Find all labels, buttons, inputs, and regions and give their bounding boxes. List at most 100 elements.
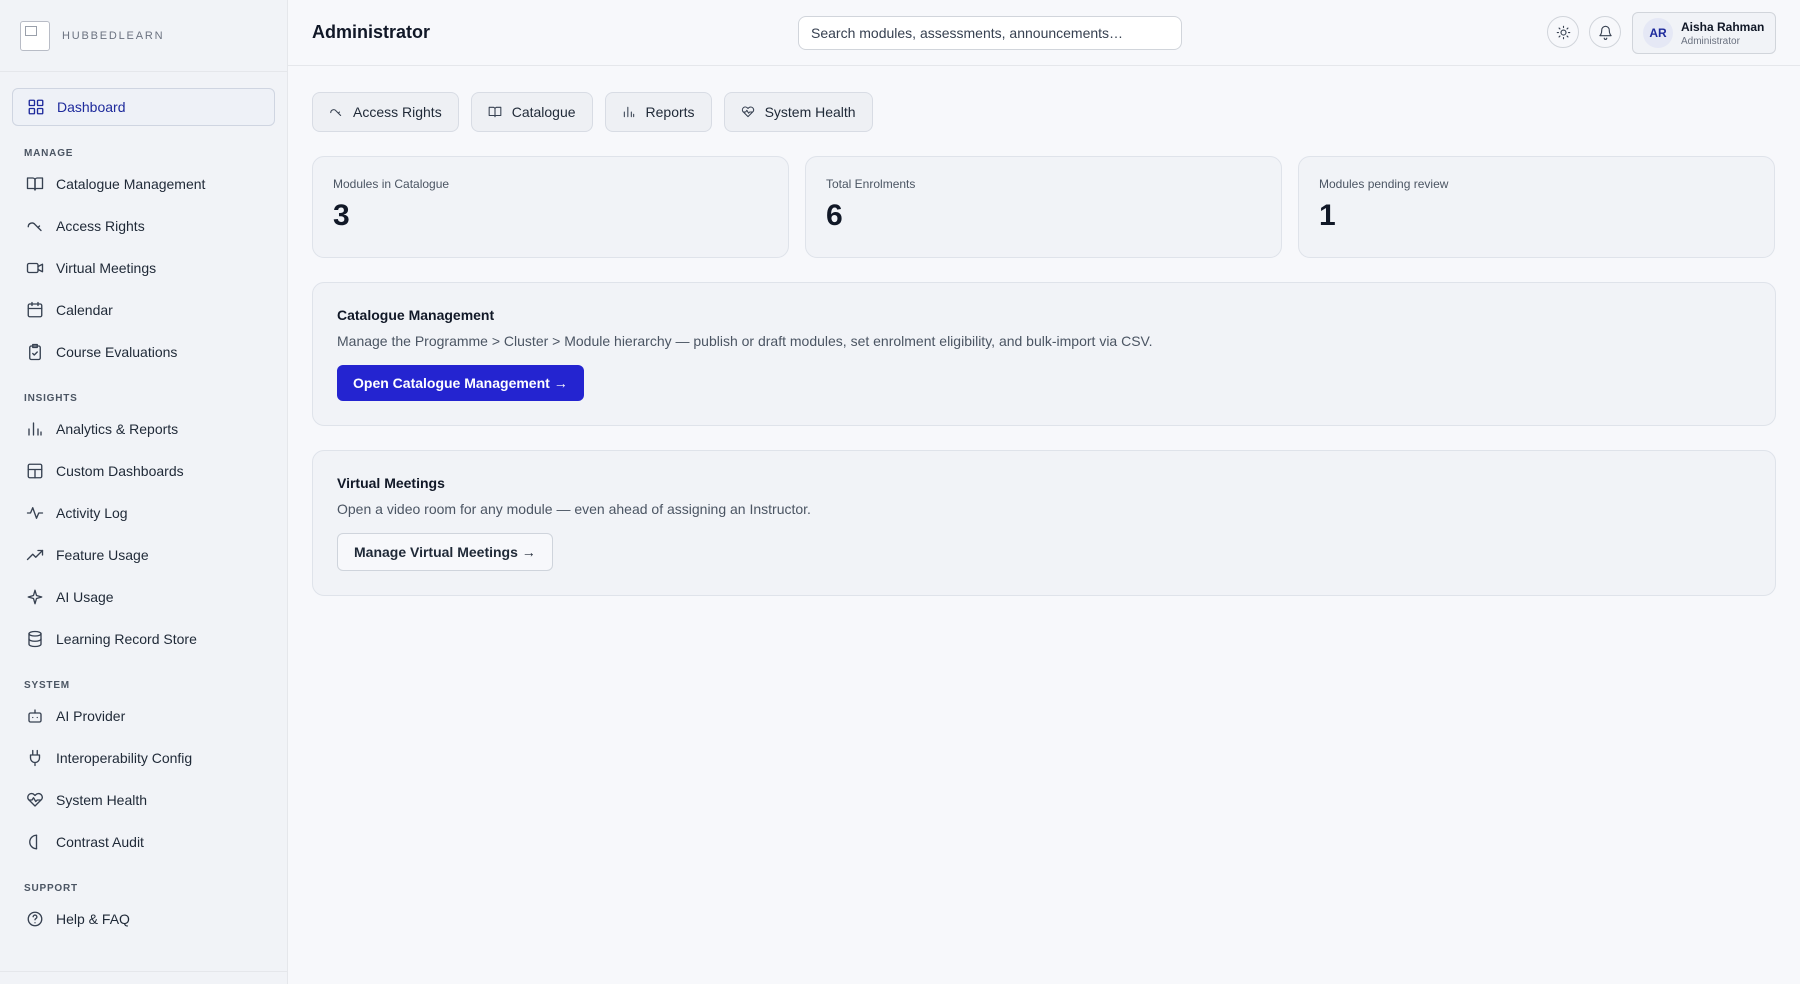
notifications-button[interactable] xyxy=(1589,16,1621,48)
card-description: Manage the Programme > Cluster > Module … xyxy=(337,333,1153,349)
manage-virtual-meetings-button[interactable]: Manage Virtual Meetings → xyxy=(337,533,553,571)
key-icon xyxy=(26,217,44,235)
user-name: Aisha Rahman xyxy=(1681,19,1765,34)
bar-chart-icon xyxy=(622,105,636,119)
quick-link-label: Reports xyxy=(645,104,695,120)
main-content: Access Rights Catalogue Reports System H… xyxy=(312,92,1776,596)
stat-card-pending-review: Modules pending review 1 xyxy=(1298,156,1775,258)
catalogue-management-card: Catalogue Management Manage the Programm… xyxy=(312,282,1776,426)
sidebar-item-label: Activity Log xyxy=(56,505,128,521)
heart-pulse-icon xyxy=(741,105,755,119)
sidebar-item-activity-log[interactable]: Activity Log xyxy=(12,494,275,532)
open-catalogue-management-button[interactable]: Open Catalogue Management → xyxy=(337,365,584,401)
bell-icon xyxy=(1598,25,1613,40)
section-title-support: SUPPORT xyxy=(24,883,78,894)
sidebar-nav: Dashboard MANAGE Catalogue Management Ac… xyxy=(0,72,287,938)
section-title-system: SYSTEM xyxy=(24,680,70,691)
sidebar-item-label: Interoperability Config xyxy=(56,750,193,766)
sidebar-item-label: Contrast Audit xyxy=(56,834,144,850)
bar-chart-icon xyxy=(26,420,44,438)
avatar: AR xyxy=(1643,18,1673,48)
stat-card-enrolments: Total Enrolments 6 xyxy=(805,156,1282,258)
database-icon xyxy=(26,630,44,648)
sidebar-item-course-evaluations[interactable]: Course Evaluations xyxy=(12,333,275,371)
stat-label: Total Enrolments xyxy=(826,177,916,191)
quick-link-label: Access Rights xyxy=(353,104,442,120)
sidebar-item-custom-dashboards[interactable]: Custom Dashboards xyxy=(12,452,275,490)
card-title: Catalogue Management xyxy=(337,307,495,323)
search-input[interactable] xyxy=(798,16,1182,50)
plug-icon xyxy=(26,749,44,767)
user-role: Administrator xyxy=(1681,35,1740,47)
stat-card-modules: Modules in Catalogue 3 xyxy=(312,156,789,258)
sidebar-item-label: AI Provider xyxy=(56,708,126,724)
sidebar-item-access-rights[interactable]: Access Rights xyxy=(12,207,275,245)
sidebar-item-feature-usage[interactable]: Feature Usage xyxy=(12,536,275,574)
calendar-icon xyxy=(26,301,44,319)
user-menu[interactable]: AR Aisha Rahman Administrator xyxy=(1632,12,1776,54)
sidebar-item-label: Analytics & Reports xyxy=(56,421,179,437)
sidebar-item-ai-provider[interactable]: AI Provider xyxy=(12,697,275,735)
sidebar-divider xyxy=(0,971,287,972)
clipboard-check-icon xyxy=(26,343,44,361)
sidebar-item-dashboard[interactable]: Dashboard xyxy=(12,88,275,126)
heart-pulse-icon xyxy=(26,791,44,809)
quick-link-label: System Health xyxy=(764,104,856,120)
logo-image xyxy=(20,20,50,51)
quick-link-system-health[interactable]: System Health xyxy=(723,92,873,132)
book-open-icon xyxy=(26,175,44,193)
sidebar-item-label: Calendar xyxy=(56,302,113,318)
sidebar-item-system-health[interactable]: System Health xyxy=(12,781,275,819)
sidebar-item-label: Access Rights xyxy=(56,218,145,234)
sidebar-item-contrast-audit[interactable]: Contrast Audit xyxy=(12,823,275,861)
grid-icon xyxy=(27,98,45,116)
bot-icon xyxy=(26,707,44,725)
brand-name: HUBBEDLEARN xyxy=(62,29,165,42)
sidebar-item-ai-usage[interactable]: AI Usage xyxy=(12,578,275,616)
card-description: Open a video room for any module — even … xyxy=(337,501,811,517)
sidebar-item-analytics-reports[interactable]: Analytics & Reports xyxy=(12,410,275,448)
sidebar-item-calendar[interactable]: Calendar xyxy=(12,291,275,329)
quick-links: Access Rights Catalogue Reports System H… xyxy=(312,92,1776,132)
stat-value: 6 xyxy=(826,199,843,232)
sidebar-item-help-faq[interactable]: Help & FAQ xyxy=(12,900,275,938)
sidebar-item-virtual-meetings[interactable]: Virtual Meetings xyxy=(12,249,275,287)
sidebar-item-label: Custom Dashboards xyxy=(56,463,184,479)
stats-row: Modules in Catalogue 3 Total Enrolments … xyxy=(312,156,1776,258)
sidebar-item-label: Feature Usage xyxy=(56,547,149,563)
sidebar-item-catalogue-management[interactable]: Catalogue Management xyxy=(12,165,275,203)
sidebar-item-label: Catalogue Management xyxy=(56,176,206,192)
sidebar-item-label: Help & FAQ xyxy=(56,911,130,927)
sidebar-item-label: System Health xyxy=(56,792,148,808)
top-header: Administrator AR Aisha Rahman Administra… xyxy=(288,0,1800,66)
stat-value: 1 xyxy=(1319,199,1336,232)
sidebar: HUBBEDLEARN Dashboard MANAGE Catalogue M… xyxy=(0,0,288,984)
help-circle-icon xyxy=(26,910,44,928)
card-title: Virtual Meetings xyxy=(337,475,445,491)
video-icon xyxy=(26,259,44,277)
layout-icon xyxy=(26,462,44,480)
theme-toggle-button[interactable] xyxy=(1547,16,1579,48)
sidebar-item-label: AI Usage xyxy=(56,589,114,605)
brand[interactable]: HUBBEDLEARN xyxy=(0,0,287,72)
quick-link-reports[interactable]: Reports xyxy=(604,92,712,132)
quick-link-catalogue[interactable]: Catalogue xyxy=(470,92,593,132)
section-title-manage: MANAGE xyxy=(24,148,74,159)
user-info: Aisha Rahman Administrator xyxy=(1681,20,1764,47)
sidebar-item-label: Dashboard xyxy=(57,99,126,115)
stat-value: 3 xyxy=(333,199,350,232)
sidebar-item-label: Virtual Meetings xyxy=(56,260,157,276)
key-icon xyxy=(329,105,343,119)
stat-label: Modules pending review xyxy=(1319,177,1449,191)
section-title-insights: INSIGHTS xyxy=(24,393,78,404)
activity-icon xyxy=(26,504,44,522)
quick-link-label: Catalogue xyxy=(511,104,576,120)
book-open-icon xyxy=(488,105,502,119)
sparkle-icon xyxy=(26,588,44,606)
virtual-meetings-card: Virtual Meetings Open a video room for a… xyxy=(312,450,1776,596)
quick-link-access-rights[interactable]: Access Rights xyxy=(312,92,459,132)
page-title: Administrator xyxy=(312,22,431,42)
sidebar-item-interoperability-config[interactable]: Interoperability Config xyxy=(12,739,275,777)
sidebar-item-label: Course Evaluations xyxy=(56,344,178,360)
sidebar-item-learning-record-store[interactable]: Learning Record Store xyxy=(12,620,275,658)
